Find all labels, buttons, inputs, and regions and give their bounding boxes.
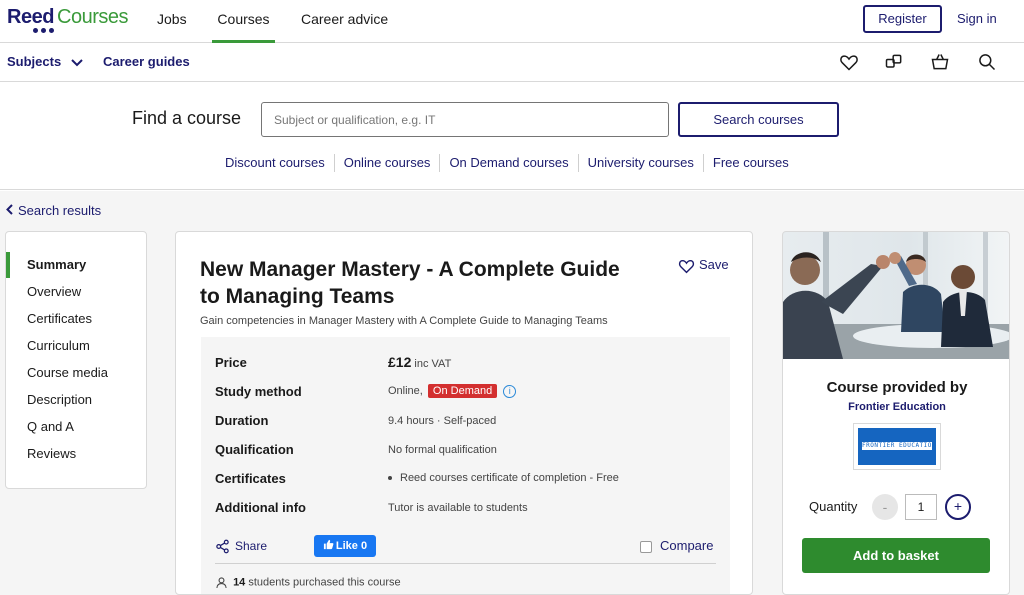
provider-name-link[interactable]: Frontier Education: [783, 401, 1009, 413]
course-details-panel: Price £12 inc VAT Study method Online, O…: [201, 337, 730, 594]
back-link-label: Search results: [18, 203, 102, 218]
quick-link-free[interactable]: Free courses: [702, 154, 798, 172]
chevron-down-icon: [71, 58, 83, 66]
nav-jobs[interactable]: Jobs: [157, 0, 187, 43]
sidebar-item-course-media[interactable]: Course media: [27, 365, 108, 383]
quick-link-online[interactable]: Online courses: [333, 154, 440, 172]
course-search-input[interactable]: [261, 102, 669, 137]
basket-icon[interactable]: [930, 52, 950, 72]
quick-links: Discount courses Online courses On Demand …: [216, 154, 798, 174]
top-navigation: Reed Courses Jobs Courses Career advice …: [0, 0, 1024, 43]
nav-career-advice[interactable]: Career advice: [301, 0, 388, 43]
active-section-indicator: [6, 252, 10, 278]
sidebar-item-reviews[interactable]: Reviews: [27, 446, 76, 464]
duration-value: 9.4 hours · Self-paced: [388, 415, 497, 427]
price-amount: £12: [388, 354, 412, 370]
course-subtitle: Gain competencies in Manager Mastery wit…: [200, 315, 608, 327]
thumbs-up-icon: [323, 539, 334, 550]
share-button[interactable]: Share: [215, 539, 267, 559]
compare-icon[interactable]: [884, 52, 904, 72]
save-label: Save: [699, 257, 729, 272]
find-course-title: Find a course: [132, 108, 242, 128]
subjects-dropdown[interactable]: Subjects: [7, 44, 83, 82]
nav-courses[interactable]: Courses: [212, 0, 275, 43]
students-count: 14: [233, 576, 246, 589]
back-to-search-results[interactable]: Search results: [6, 203, 101, 218]
logo-text-reed: Reed: [7, 6, 54, 28]
heart-icon[interactable]: [839, 52, 859, 72]
bullet-icon: [388, 476, 392, 481]
qualification-value: No formal qualification: [388, 444, 497, 456]
find-course-section: Find a course Search courses Discount co…: [0, 83, 1024, 190]
facebook-like-button[interactable]: Like 0: [314, 535, 376, 557]
qualification-label: Qualification: [215, 442, 294, 457]
sidebar-item-q-and-a[interactable]: Q and A: [27, 419, 74, 437]
sidebar-item-overview[interactable]: Overview: [27, 284, 81, 302]
study-method-label: Study method: [215, 384, 302, 399]
provider-heading: Course provided by: [826, 379, 968, 396]
duration-label: Duration: [215, 413, 269, 428]
quantity-increase-button[interactable]: +: [945, 494, 971, 520]
students-purchased: 14 students purchased this course: [215, 576, 401, 589]
logo-dots-icon: [33, 28, 61, 34]
quantity-decrease-button[interactable]: -: [872, 494, 898, 520]
signin-link[interactable]: Sign in: [957, 5, 997, 33]
certificates-label: Certificates: [215, 471, 286, 486]
price-suffix: inc VAT: [414, 358, 452, 370]
course-title: New Manager Mastery - A Complete Guide t…: [200, 258, 620, 308]
sidebar-item-curriculum[interactable]: Curriculum: [27, 338, 90, 356]
quick-link-university[interactable]: University courses: [577, 154, 703, 172]
sidebar-item-description[interactable]: Description: [27, 392, 92, 410]
share-icon: [216, 539, 229, 554]
provider-logo-block: FRONTIER EDUCATION: [858, 428, 936, 465]
price-value: £12 inc VAT: [388, 354, 451, 370]
students-text: students purchased this course: [248, 576, 401, 589]
compare-checkbox[interactable]: Compare: [640, 538, 713, 558]
secondary-navigation: Subjects Career guides: [0, 44, 1024, 82]
quantity-label: Quantity: [809, 499, 858, 514]
study-method-text: Online,: [388, 385, 423, 397]
on-demand-badge: On Demand: [427, 384, 498, 398]
course-hero-image: [783, 232, 1009, 359]
provider-logo[interactable]: FRONTIER EDUCATION: [853, 423, 941, 470]
register-button[interactable]: Register: [863, 5, 942, 33]
share-label: Share: [235, 539, 268, 553]
quantity-input[interactable]: 1: [905, 494, 937, 520]
chevron-left-icon: [6, 204, 13, 215]
certificates-value: Reed courses certificate of completion -…: [388, 472, 619, 484]
career-guides-link[interactable]: Career guides: [103, 44, 190, 82]
add-to-basket-button[interactable]: Add to basket: [802, 538, 990, 573]
subjects-label: Subjects: [7, 54, 62, 69]
quick-link-discount[interactable]: Discount courses: [216, 154, 334, 172]
like-count-label: Like 0: [335, 540, 368, 552]
additional-info-value: Tutor is available to students: [388, 502, 528, 514]
price-label: Price: [215, 355, 247, 370]
sidebar-item-certificates[interactable]: Certificates: [27, 311, 92, 329]
provider-logo-text: FRONTIER EDUCATION: [862, 442, 932, 450]
checkbox-icon[interactable]: [640, 540, 652, 553]
quick-link-on-demand[interactable]: On Demand courses: [439, 154, 577, 172]
search-icon[interactable]: [977, 52, 997, 72]
info-icon[interactable]: i: [503, 384, 517, 398]
additional-info-label: Additional info: [215, 500, 306, 515]
sidebar-item-summary[interactable]: Summary: [27, 257, 86, 275]
heart-icon: [678, 259, 695, 273]
certificate-item: Reed courses certificate of completion -…: [400, 472, 619, 484]
search-courses-button[interactable]: Search courses: [678, 102, 839, 137]
course-sections-sidebar: Summary Overview Certificates Curriculum…: [5, 231, 147, 489]
logo-text-courses: Courses: [57, 6, 128, 28]
details-divider: [215, 563, 716, 564]
compare-label: Compare: [660, 538, 714, 553]
save-course-button[interactable]: Save: [678, 257, 729, 277]
user-icon: [216, 577, 227, 588]
course-provider-card: Course provided by Frontier Education FR…: [782, 231, 1010, 595]
course-summary-card: New Manager Mastery - A Complete Guide t…: [175, 231, 753, 595]
study-method-value: Online, On Demand i: [388, 384, 517, 398]
